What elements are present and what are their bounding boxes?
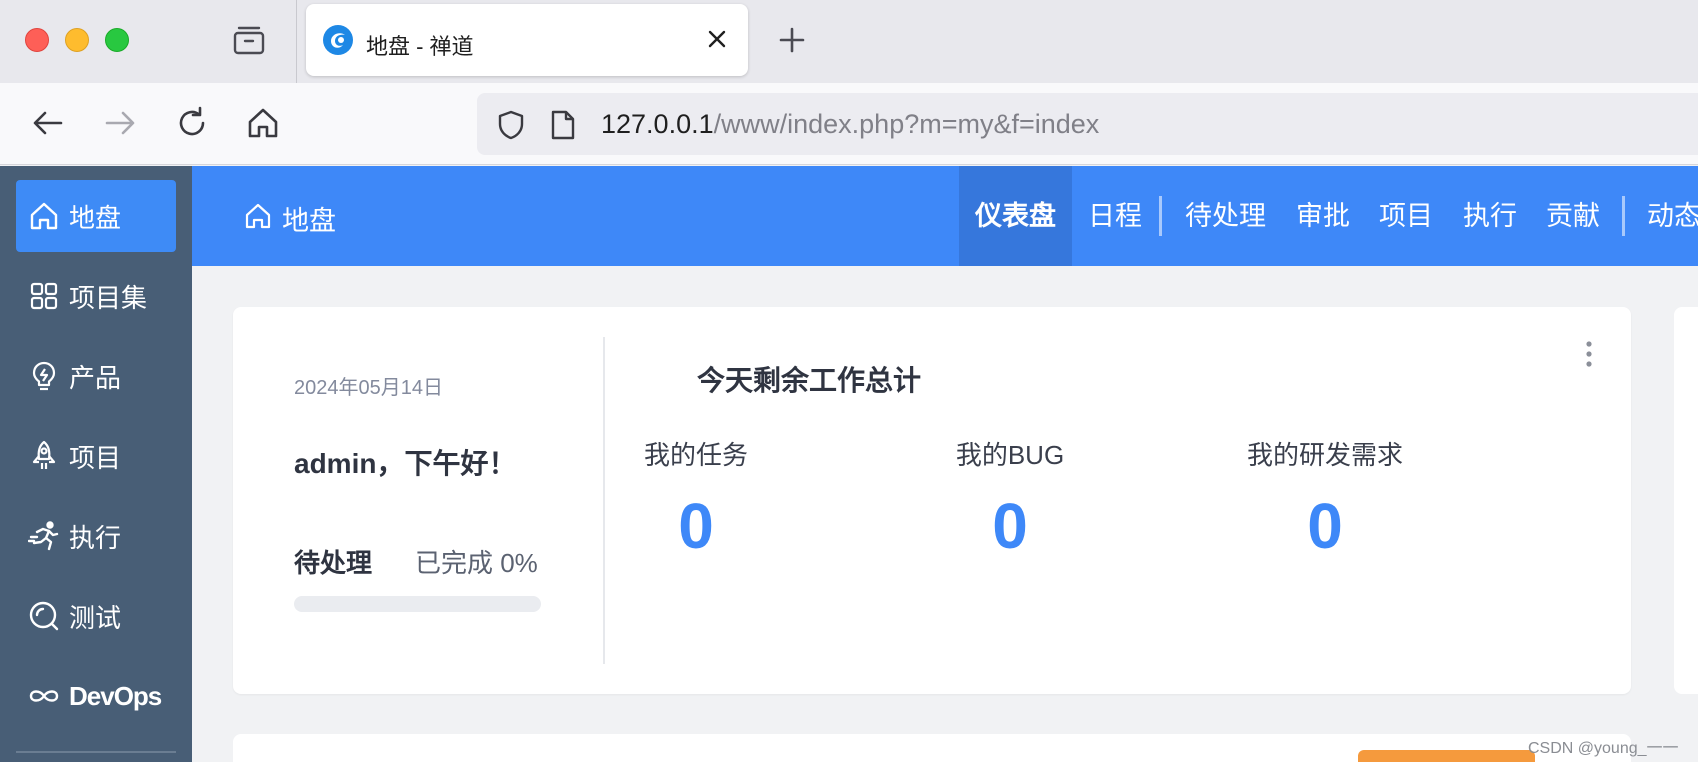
minimize-window-button[interactable]	[65, 28, 89, 52]
watermark: CSDN @young_一一	[1528, 740, 1679, 757]
browser-tab[interactable]: 地盘 - 禅道	[306, 4, 748, 76]
stat-value[interactable]: 0	[890, 494, 1130, 558]
next-card	[233, 734, 1631, 762]
sidebar-item-devops[interactable]: DevOps	[16, 660, 176, 732]
new-tab-icon[interactable]	[776, 24, 808, 56]
sidebar-item-test[interactable]: 测试	[16, 580, 176, 652]
side-panel-card	[1674, 307, 1698, 694]
rocket-icon	[32, 440, 56, 469]
header-separator	[1622, 196, 1625, 236]
stat-value[interactable]: 0	[1205, 494, 1445, 558]
sidebar-item-label: 地盘	[69, 202, 122, 233]
stat-my-stories[interactable]: 我的研发需求 0	[1205, 435, 1445, 558]
address-bar[interactable]: 127.0.0.1/www/index.php?m=my&f=index	[477, 93, 1698, 155]
sidebar-item-label: 测试	[69, 602, 122, 633]
completion-progress-bar	[294, 596, 541, 612]
pending-label[interactable]: 待处理	[294, 543, 372, 580]
remaining-work-heading: 今天剩余工作总计	[697, 365, 922, 396]
more-options-icon[interactable]	[1579, 339, 1599, 369]
tabbar-divider	[296, 0, 297, 83]
home-icon	[30, 202, 58, 230]
sidebar-item-my[interactable]: 地盘	[16, 180, 176, 252]
current-date: 2024年05月14日	[294, 377, 443, 399]
lightbulb-icon	[32, 361, 56, 391]
tab-dynamic[interactable]: 动态	[1647, 166, 1698, 266]
shield-icon[interactable]	[495, 109, 527, 141]
stat-label: 我的研发需求	[1246, 440, 1403, 470]
close-window-button[interactable]	[25, 28, 49, 52]
header-separator	[1159, 196, 1162, 236]
sidebar-item-label: 项目集	[69, 282, 148, 313]
stat-my-bugs[interactable]: 我的BUG 0	[890, 435, 1130, 558]
stat-value[interactable]: 0	[576, 494, 816, 558]
forward-icon[interactable]	[102, 105, 138, 141]
back-icon[interactable]	[30, 105, 66, 141]
tab-project[interactable]: 项目	[1379, 166, 1433, 266]
sidebar-item-label: 执行	[69, 522, 122, 553]
app-header: 地盘 仪表盘 日程 待处理 审批 项目 执行 贡献 动态	[192, 166, 1698, 266]
sidebar-item-project[interactable]: 项目	[16, 420, 176, 492]
tab-calendar[interactable]: 日程	[1088, 166, 1142, 266]
tab-todo[interactable]: 待处理	[1185, 166, 1266, 266]
sidebar-item-label: 项目	[69, 442, 122, 473]
search-circle-icon	[29, 601, 59, 631]
url-host: 127.0.0.1	[601, 109, 714, 139]
tab-execution[interactable]: 执行	[1463, 166, 1517, 266]
home-icon	[245, 203, 271, 229]
stat-label: 我的任务	[643, 440, 748, 470]
tab-review[interactable]: 审批	[1296, 166, 1350, 266]
tab-dashboard[interactable]: 仪表盘	[959, 166, 1072, 266]
home-icon[interactable]	[245, 105, 281, 141]
card-action-button[interactable]	[1358, 750, 1535, 762]
sidebar-item-execution[interactable]: 执行	[16, 500, 176, 572]
page-icon[interactable]	[549, 109, 577, 141]
browser-tab-bar: 地盘 - 禅道	[0, 0, 1698, 83]
completion-rate: 已完成 0%	[415, 548, 538, 578]
grid-icon	[30, 282, 58, 310]
stat-my-tasks[interactable]: 我的任务 0	[576, 435, 816, 558]
tab-overview-icon[interactable]	[232, 24, 266, 56]
main-sidebar: 地盘 项目集 产品 项目 执行 测试 DevOps	[0, 166, 192, 762]
welcome-card: 2024年05月14日 admin，下午好！ 待处理 已完成 0% 今天剩余工作…	[233, 307, 1631, 694]
close-tab-icon[interactable]	[704, 26, 730, 52]
reload-icon[interactable]	[174, 105, 210, 141]
sidebar-item-program[interactable]: 项目集	[16, 260, 176, 332]
sidebar-item-product[interactable]: 产品	[16, 340, 176, 412]
sidebar-item-label: DevOps	[69, 680, 162, 711]
infinity-icon	[29, 690, 59, 702]
zoom-window-button[interactable]	[105, 28, 129, 52]
tab-contribute[interactable]: 贡献	[1546, 166, 1600, 266]
greeting: admin，下午好！	[294, 448, 517, 479]
zentao-logo-icon	[323, 25, 353, 55]
page-title: 地盘	[282, 206, 336, 236]
stat-label: 我的BUG	[955, 440, 1065, 470]
running-icon	[28, 521, 59, 551]
sidebar-item-label: 产品	[69, 362, 122, 393]
browser-toolbar: 127.0.0.1/www/index.php?m=my&f=index	[0, 83, 1698, 165]
tab-title: 地盘 - 禅道	[366, 34, 474, 59]
url-path: /www/index.php?m=my&f=index	[713, 109, 1100, 139]
sidebar-divider	[16, 751, 176, 753]
url-text[interactable]: 127.0.0.1/www/index.php?m=my&f=index	[601, 109, 1099, 140]
